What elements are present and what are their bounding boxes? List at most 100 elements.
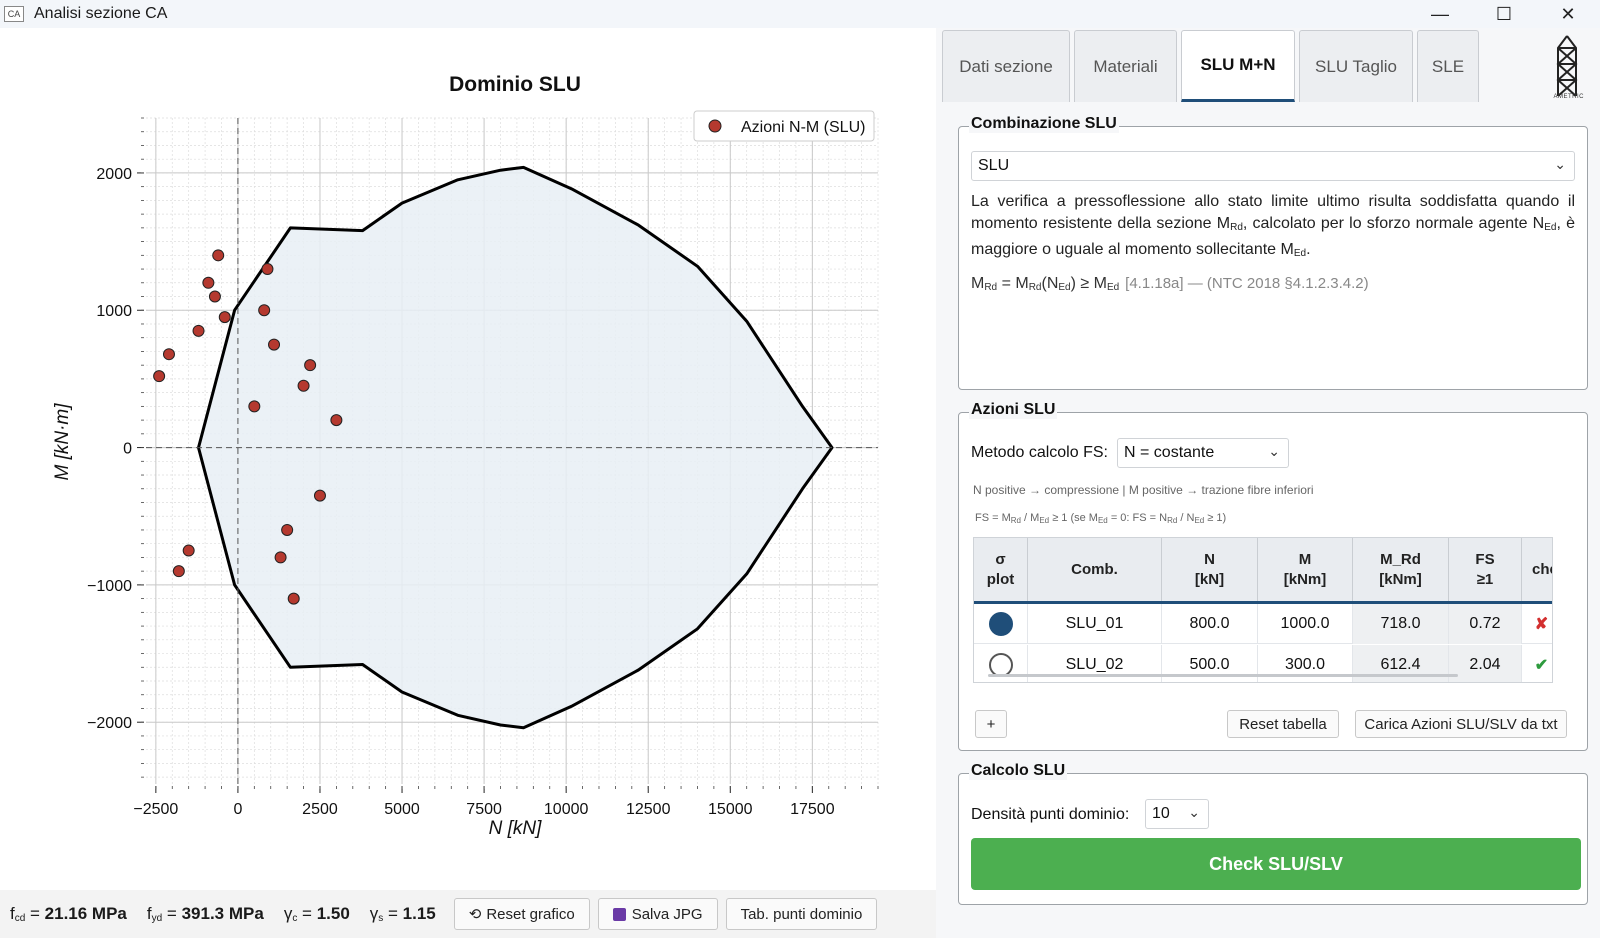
table-scrollbar[interactable] <box>988 674 1458 677</box>
y-tick-label: 0 <box>123 441 132 458</box>
data-point <box>313 489 326 502</box>
table-row[interactable]: SLU_02 500.0 300.0 612.4 2.04 ✔ <box>974 645 1552 682</box>
azioni-title: Azioni SLU <box>969 401 1058 419</box>
data-point <box>153 370 166 383</box>
densita-select[interactable]: 10 ⌄ <box>1145 799 1209 829</box>
m-cell[interactable]: 300.0 <box>1258 645 1353 682</box>
data-point <box>297 379 310 392</box>
col-fs[interactable]: FS ≥1 <box>1449 538 1522 601</box>
x-tick-label: 12500 <box>626 801 671 818</box>
fs-cell: 2.04 <box>1449 645 1522 682</box>
gamma-s-readout: γs = 1.15 <box>369 904 436 924</box>
data-point <box>172 565 185 578</box>
data-point <box>248 400 261 413</box>
comb-cell[interactable]: SLU_01 <box>1028 604 1162 644</box>
data-point <box>281 523 294 536</box>
calcolo-title: Calcolo SLU <box>969 762 1068 780</box>
data-point <box>287 592 300 605</box>
ametric-logo-icon <box>1556 35 1578 97</box>
metodo-select[interactable]: N = costante ⌄ <box>1117 438 1289 468</box>
reset-table-button[interactable]: Reset tabella <box>1227 710 1339 738</box>
add-row-button[interactable]: + <box>975 710 1007 738</box>
x-tick-label: 5000 <box>384 801 420 818</box>
data-point <box>274 551 287 564</box>
logo-text: AMETRIC <box>1553 94 1584 100</box>
data-point <box>268 338 281 351</box>
close-icon[interactable]: ✕ <box>1536 0 1600 28</box>
combinazione-select[interactable]: SLU ⌄ <box>971 151 1575 181</box>
data-point <box>162 348 175 361</box>
m-cell[interactable]: 1000.0 <box>1258 604 1353 644</box>
data-point <box>212 249 225 262</box>
sign-convention-note: N positive → compressione | M positive →… <box>973 483 1314 497</box>
comb-cell[interactable]: SLU_02 <box>1028 645 1162 682</box>
check-slu-button[interactable]: Check SLU/SLV <box>971 838 1581 890</box>
window-title: Analisi sezione CA <box>34 5 168 22</box>
table-row[interactable]: SLU_01 800.0 1000.0 718.0 0.72 ✘ <box>974 604 1552 644</box>
chart-title: Dominio SLU <box>449 73 581 96</box>
mrd-cell: 612.4 <box>1353 645 1449 682</box>
gamma-c-readout: γc = 1.50 <box>283 904 350 924</box>
data-point <box>258 304 271 317</box>
save-jpg-button[interactable]: Salva JPG <box>597 898 718 930</box>
chevron-down-icon: ⌄ <box>1268 443 1280 459</box>
n-cell[interactable]: 500.0 <box>1162 645 1258 682</box>
x-axis-label: N [kN] <box>489 818 543 839</box>
table-header: σ plot Comb. N [kN] M [kNm] M_Rd [kNm] FS ≥1 … <box>974 538 1552 604</box>
x-tick-label: −2500 <box>133 801 178 818</box>
col-mrd[interactable]: M_Rd [kNm] <box>1353 538 1449 601</box>
col-check[interactable]: che <box>1522 538 1552 601</box>
legend-marker <box>708 119 722 133</box>
load-actions-button[interactable]: Carica Azioni SLU/SLV da txt <box>1355 710 1567 738</box>
tab-slu-mn[interactable]: SLU M+N <box>1181 30 1295 102</box>
data-point <box>202 276 215 289</box>
pass-icon: ✔ <box>1522 645 1552 682</box>
x-tick-label: 17500 <box>790 801 835 818</box>
title-bar: CA Analisi sezione CA — ☐ ✕ <box>0 0 1600 28</box>
combinazione-title: Combinazione SLU <box>969 115 1119 133</box>
y-tick-label: −2000 <box>87 715 132 732</box>
data-point <box>218 311 231 324</box>
azioni-table: σ plot Comb. N [kN] M [kNm] M_Rd [kNm] FS ≥1 … <box>973 537 1553 683</box>
plot-panel: −2500 0 2500 5000 7500 10000 12500 15000 17500 −2… <box>0 28 936 938</box>
tab-slu-taglio[interactable]: SLU Taglio <box>1299 30 1413 102</box>
y-axis-label: M [kN·m] <box>52 403 73 481</box>
tab-materiali[interactable]: Materiali <box>1074 30 1177 102</box>
y-tick-label: −1000 <box>87 578 132 595</box>
fcd-readout: fcd = 21.16 MPa <box>10 904 127 924</box>
metodo-label: Metodo calcolo FS: <box>971 444 1108 461</box>
x-tick-label: 7500 <box>466 801 502 818</box>
col-plot[interactable]: σ plot <box>974 538 1028 601</box>
col-m[interactable]: M [kNm] <box>1258 538 1353 601</box>
n-cell[interactable]: 800.0 <box>1162 604 1258 644</box>
fail-icon: ✘ <box>1522 604 1552 644</box>
fs-cell: 0.72 <box>1449 604 1522 644</box>
floppy-icon <box>612 907 626 921</box>
calcolo-group: Calcolo SLU Densità punti dominio: 10 ⌄ … <box>958 762 1588 905</box>
col-comb[interactable]: Comb. <box>1028 538 1162 601</box>
azioni-group: Azioni SLU Metodo calcolo FS: N = costan… <box>958 401 1588 751</box>
chevron-down-icon: ⌄ <box>1554 156 1566 172</box>
col-n[interactable]: N [kN] <box>1162 538 1258 601</box>
domain-table-button[interactable]: Tab. punti dominio <box>725 898 878 930</box>
data-point <box>182 544 195 557</box>
tab-sle[interactable]: SLE <box>1417 30 1479 102</box>
plot-radio-cell[interactable] <box>974 604 1028 644</box>
tab-dati-sezione[interactable]: Dati sezione <box>942 30 1070 102</box>
control-panel: Dati sezione Materiali SLU M+N SLU Tagli… <box>936 28 1600 938</box>
chevron-down-icon: ⌄ <box>1188 804 1200 820</box>
densita-label: Densità punti dominio: <box>971 806 1130 823</box>
fyd-readout: fyd = 391.3 MPa <box>146 904 264 924</box>
maximize-icon[interactable]: ☐ <box>1472 0 1536 28</box>
reset-plot-button[interactable]: ⟲ Reset grafico <box>453 898 590 930</box>
combinazione-group: Combinazione SLU SLU ⌄ La verifica a pre… <box>958 115 1588 390</box>
domain-chart[interactable]: −2500 0 2500 5000 7500 10000 12500 15000 17500−2… <box>0 28 936 890</box>
material-bar: fcd = 21.16 MPa fyd = 391.3 MPa γc = 1.5… <box>0 890 936 938</box>
fs-formula-note: FS = MRd / MEd ≥ 1 (se MEd = 0: FS = NRd… <box>975 512 1227 525</box>
data-point <box>330 414 343 427</box>
minimize-icon[interactable]: — <box>1408 0 1472 28</box>
legend-label: Azioni N-M (SLU) <box>741 119 865 136</box>
app-icon: CA <box>4 6 24 22</box>
plot-radio[interactable] <box>988 612 1013 636</box>
plot-radio-cell[interactable] <box>974 645 1028 682</box>
